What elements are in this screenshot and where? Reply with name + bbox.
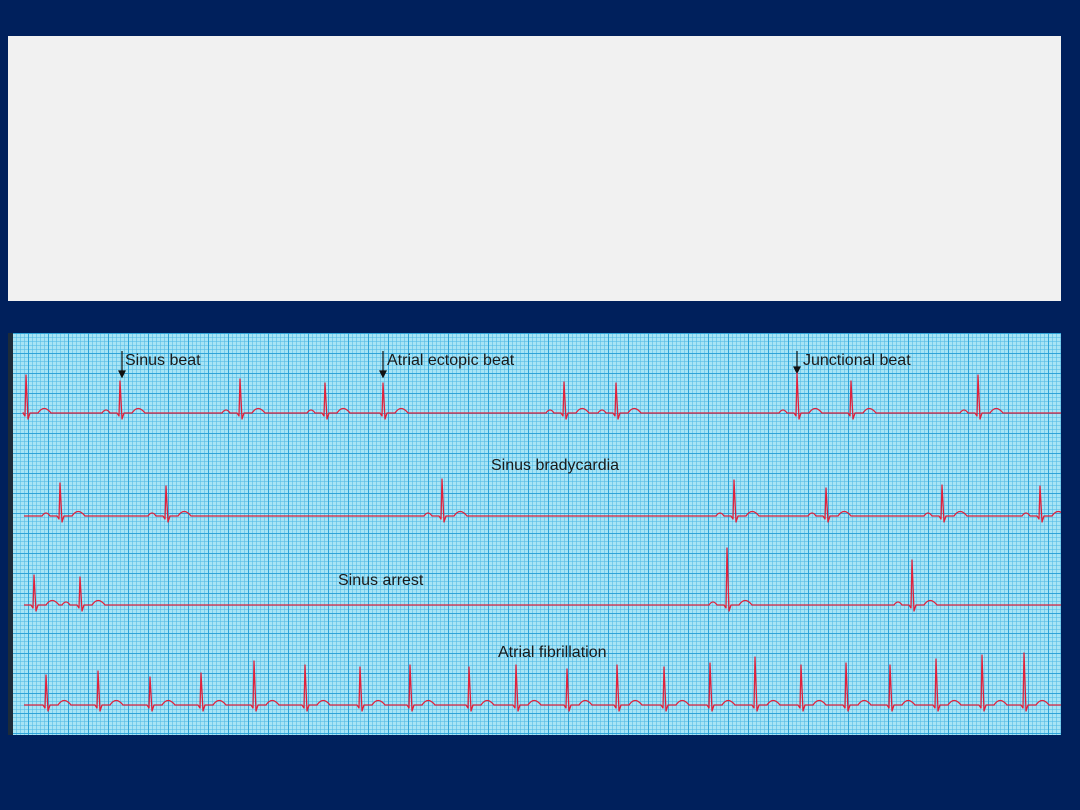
- ecg-traces: [22, 351, 1061, 712]
- ecg-trace-row-2: [24, 478, 1061, 523]
- atrial-fibrillation-label: Atrial fibrillation: [498, 644, 607, 661]
- sinus-beat-label: Sinus beat: [125, 352, 201, 369]
- ecg-trace-row-1: [22, 372, 1061, 420]
- ecg-trace-row-3: [24, 547, 1061, 612]
- junctional-beat-label: Junctional beat: [803, 352, 911, 369]
- arrowhead-1: [118, 370, 126, 379]
- sinus-arrest-label: Sinus arrest: [338, 572, 424, 589]
- atrial-ectopic-beat-label: Atrial ectopic beat: [387, 352, 515, 369]
- arrowhead-2: [379, 370, 387, 379]
- ecg-strip-figure: Sinus beat Atrial ectopic beat Junctiona…: [8, 333, 1061, 735]
- sinus-bradycardia-label: Sinus bradycardia: [491, 457, 620, 474]
- arrowhead-3: [793, 366, 801, 375]
- blank-content-panel: [8, 36, 1061, 301]
